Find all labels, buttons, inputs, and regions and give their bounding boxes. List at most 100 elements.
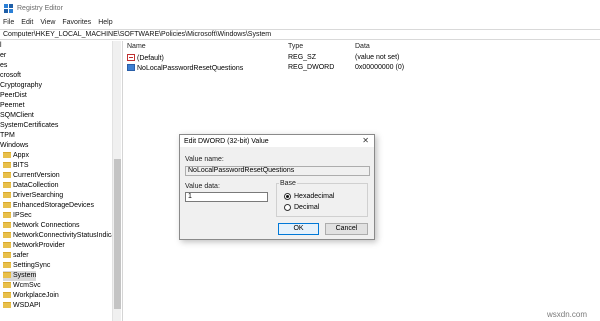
folder-icon (3, 302, 11, 308)
value-name-label: Value name: (185, 156, 224, 163)
tree-item[interactable]: IPSec (3, 211, 32, 221)
value-row-default[interactable]: (Default) REG_SZ (value not set) (123, 53, 600, 63)
value-type: REG_DWORD (288, 64, 335, 71)
tree-item[interactable]: TPM (0, 131, 15, 141)
tree-scrollbar-thumb[interactable] (114, 159, 121, 309)
tree-scrollbar[interactable] (112, 41, 121, 321)
tree-item-label: WSDAPI (13, 302, 41, 309)
hexadecimal-label: Hexadecimal (294, 193, 335, 200)
folder-icon (3, 172, 11, 178)
tree-item[interactable]: SQMClient (0, 111, 34, 121)
base-groupbox (276, 183, 368, 217)
tree-item[interactable]: WSDAPI (3, 301, 41, 311)
ok-button[interactable]: OK (278, 223, 319, 235)
tree-item-label: EnhancedStorageDevices (13, 202, 94, 209)
tree-item[interactable]: DriverSearching (3, 191, 63, 201)
tree-item-label: Peernet (0, 102, 25, 109)
folder-icon (3, 212, 11, 218)
radio-unselected-icon[interactable] (284, 204, 291, 211)
pane-divider[interactable] (122, 41, 123, 321)
folder-icon (3, 192, 11, 198)
tree-item[interactable]: er (0, 51, 6, 61)
value-data: 0x00000000 (0) (355, 64, 405, 71)
list-header: Name Type Data (123, 41, 600, 52)
column-name[interactable]: Name (127, 43, 146, 50)
cancel-button[interactable]: Cancel (325, 223, 368, 235)
tree-item[interactable]: BITS (3, 161, 29, 171)
tree-item-label: WcmSvc (13, 282, 41, 289)
tree-item[interactable]: SettingSync (3, 261, 50, 271)
folder-icon (3, 152, 11, 158)
radio-selected-icon[interactable] (284, 193, 291, 200)
value-name-field: NoLocalPasswordResetQuestions (185, 166, 370, 176)
tree-item[interactable]: SystemCertificates (0, 121, 58, 131)
menu-help[interactable]: Help (98, 19, 112, 26)
tree-item-label: SystemCertificates (0, 122, 59, 129)
tree-item-label: Network Connections (13, 222, 80, 229)
tree-item-label: crosoft (0, 72, 22, 79)
menu-file[interactable]: File (3, 19, 14, 26)
tree-item-label: safer (13, 252, 29, 259)
close-icon[interactable]: ✕ (362, 136, 369, 145)
tree-item-label: System (13, 272, 37, 279)
folder-icon (3, 272, 11, 278)
folder-icon (3, 162, 11, 168)
string-value-icon (127, 54, 135, 61)
tree-item[interactable]: DataCollection (3, 181, 59, 191)
tree-item-label: NetworkConnectivityStatusIndicat (13, 232, 112, 239)
value-type: REG_SZ (288, 54, 317, 61)
folder-icon (3, 242, 11, 248)
tree-item[interactable]: EnhancedStorageDevices (3, 201, 94, 211)
key-tree: l er es crosoft Cryptography PeerDist Peernet S… (0, 41, 112, 321)
value-data: (value not set) (355, 54, 400, 61)
title-bar: Registry Editor (0, 0, 600, 16)
tree-item[interactable]: PeerDist (0, 91, 27, 101)
tree-item-label: WorkplaceJoin (13, 292, 59, 299)
column-type[interactable]: Type (288, 43, 303, 50)
tree-item[interactable]: NetworkConnectivityStatusIndicat (3, 231, 112, 241)
tree-item-label: CurrentVersion (13, 172, 60, 179)
tree-item[interactable]: Peernet (0, 101, 25, 111)
dialog-title-bar: Edit DWORD (32-bit) Value ✕ (180, 135, 374, 147)
edit-dword-dialog: Edit DWORD (32-bit) Value ✕ Value name: … (179, 134, 375, 240)
dialog-title: Edit DWORD (32-bit) Value (184, 137, 269, 145)
tree-item[interactable]: es (0, 61, 7, 71)
decimal-label: Decimal (294, 204, 320, 211)
tree-item-label: TPM (0, 132, 15, 139)
tree-item[interactable]: Windows (0, 141, 28, 151)
menu-favorites[interactable]: Favorites (62, 19, 91, 26)
tree-item[interactable]: Cryptography (0, 81, 42, 91)
tree-item[interactable]: Network Connections (3, 221, 80, 231)
address-bar[interactable]: Computer\HKEY_LOCAL_MACHINE\SOFTWARE\Pol… (0, 29, 600, 40)
menu-edit[interactable]: Edit (21, 19, 33, 26)
hexadecimal-radio[interactable]: Hexadecimal (284, 193, 334, 200)
tree-item-label: es (0, 62, 8, 69)
tree-item[interactable]: l (0, 41, 2, 51)
tree-item[interactable]: WorkplaceJoin (3, 291, 59, 301)
address-path[interactable]: Computer\HKEY_LOCAL_MACHINE\SOFTWARE\Pol… (3, 31, 271, 38)
tree-item[interactable]: crosoft (0, 71, 21, 81)
tree-item-label: DataCollection (13, 182, 59, 189)
folder-icon (3, 182, 11, 188)
tree-item[interactable]: NetworkProvider (3, 241, 65, 251)
tree-item[interactable]: safer (3, 251, 29, 261)
menu-view[interactable]: View (40, 19, 55, 26)
folder-icon (3, 282, 11, 288)
tree-item-label: IPSec (13, 212, 32, 219)
value-row-nolocalpasswordresetquestions[interactable]: NoLocalPasswordResetQuestions REG_DWORD … (123, 63, 600, 73)
tree-item-label: SettingSync (13, 262, 51, 269)
tree-item-label: SQMClient (0, 112, 34, 119)
tree-item[interactable]: System (3, 271, 37, 281)
tree-item[interactable]: CurrentVersion (3, 171, 60, 181)
registry-editor-icon (4, 3, 13, 13)
tree-item-label: Appx (13, 152, 29, 159)
column-data[interactable]: Data (355, 43, 370, 50)
folder-icon (3, 202, 11, 208)
tree-item[interactable]: Appx (3, 151, 29, 161)
tree-item-label: Cryptography (0, 82, 43, 89)
decimal-radio[interactable]: Decimal (284, 204, 319, 211)
value-data-input[interactable]: 1 (185, 192, 268, 202)
value-name: (Default) (137, 55, 164, 62)
tree-item[interactable]: WcmSvc (3, 281, 41, 291)
folder-icon (3, 262, 11, 268)
